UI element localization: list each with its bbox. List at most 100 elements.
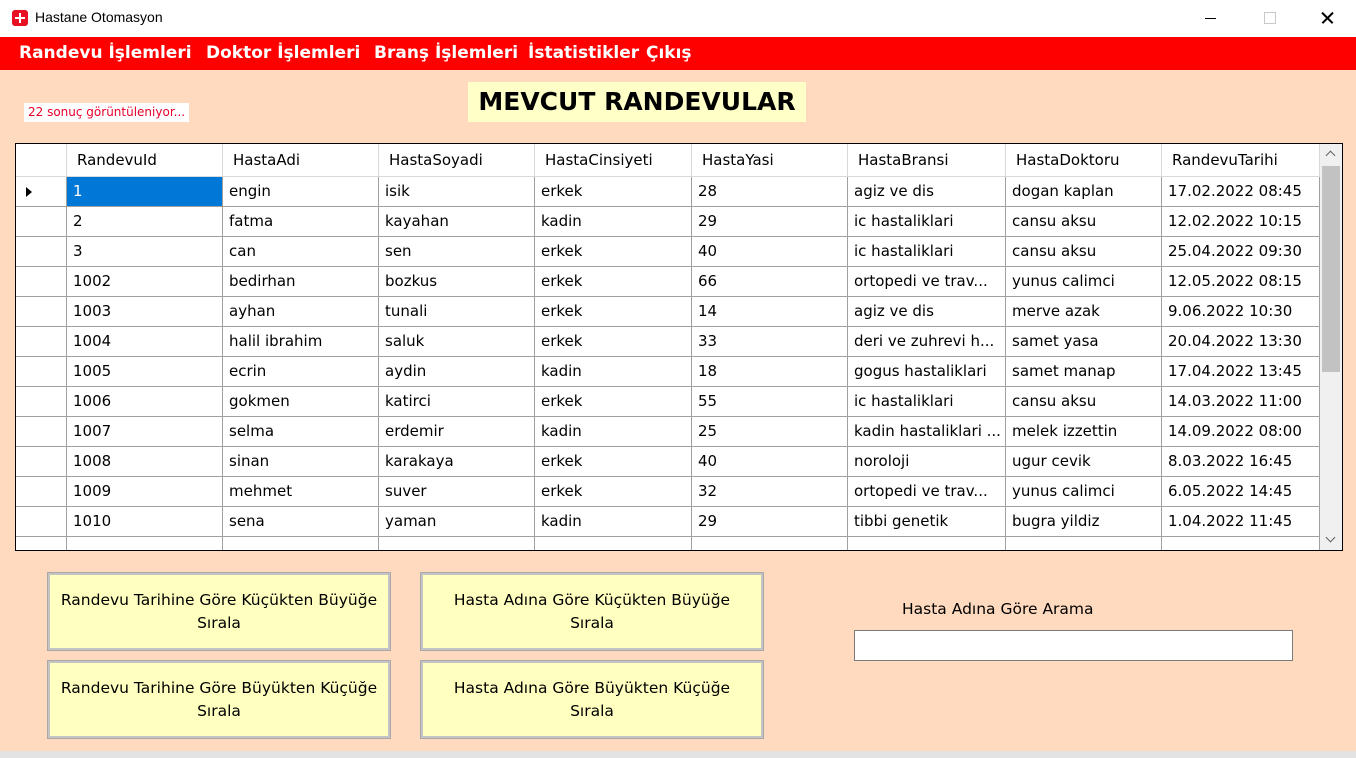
table-cell[interactable]: samet manap <box>1006 357 1162 387</box>
table-row[interactable]: 1006 gokmen katirci erkek 55 ic hastaliklari c… <box>16 387 1320 417</box>
row-header[interactable] <box>16 477 67 507</box>
row-header[interactable] <box>16 297 67 327</box>
table-cell[interactable]: sen <box>379 237 535 267</box>
menu-item-randevu-islemleri[interactable]: Randevu İşlemleri <box>19 43 192 63</box>
menu-item-cikis[interactable]: Çıkış <box>646 43 692 63</box>
table-cell[interactable]: cansu aksu <box>1006 207 1162 237</box>
column-header-hastabransi[interactable]: HastaBransi <box>848 144 1006 177</box>
table-cell[interactable]: kadin hastaliklari ... <box>848 417 1006 447</box>
table-cell[interactable]: agiz ve dis <box>848 177 1006 207</box>
table-cell[interactable]: 33 <box>692 327 848 357</box>
table-cell[interactable]: 1005 <box>67 357 223 387</box>
table-cell[interactable]: 6.05.2022 14:45 <box>1162 477 1320 507</box>
table-cell[interactable]: 1006 <box>67 387 223 417</box>
table-cell[interactable]: erdemir <box>379 417 535 447</box>
table-cell[interactable]: selma <box>223 417 379 447</box>
row-header[interactable] <box>16 357 67 387</box>
menu-item-doktor-islemleri[interactable]: Doktor İşlemleri <box>206 43 360 63</box>
table-cell[interactable] <box>1006 537 1162 550</box>
table-cell[interactable]: bedirhan <box>223 267 379 297</box>
sort-name-desc-button[interactable]: Hasta Adına Göre Büyükten Küçüğe Sırala <box>420 660 764 739</box>
table-row[interactable]: 1003 ayhan tunali erkek 14 agiz ve dis merve a… <box>16 297 1320 327</box>
table-cell[interactable]: bozkus <box>379 267 535 297</box>
table-cell[interactable]: erkek <box>535 177 692 207</box>
table-cell[interactable]: kadin <box>535 357 692 387</box>
table-cell[interactable]: mehmet <box>223 477 379 507</box>
table-cell[interactable]: erkek <box>535 447 692 477</box>
table-cell[interactable]: isik <box>379 177 535 207</box>
table-cell[interactable]: sena <box>223 507 379 537</box>
table-cell[interactable]: dogan kaplan <box>1006 177 1162 207</box>
table-cell[interactable]: kadin <box>535 507 692 537</box>
table-cell[interactable]: 1004 <box>67 327 223 357</box>
table-cell[interactable]: 14 <box>692 297 848 327</box>
row-header[interactable] <box>16 207 67 237</box>
table-cell[interactable]: 9.06.2022 10:30 <box>1162 297 1320 327</box>
table-cell[interactable]: 29 <box>692 507 848 537</box>
table-cell[interactable]: kayahan <box>379 207 535 237</box>
table-row[interactable]: 1009 mehmet suver erkek 32 ortopedi ve trav..… <box>16 477 1320 507</box>
column-header-hastadoktoru[interactable]: HastaDoktoru <box>1006 144 1162 177</box>
scroll-thumb[interactable] <box>1322 166 1340 372</box>
table-cell[interactable]: 17.02.2022 08:45 <box>1162 177 1320 207</box>
sort-date-desc-button[interactable]: Randevu Tarihine Göre Büyükten Küçüğe Sı… <box>47 660 391 739</box>
row-header[interactable] <box>16 537 67 550</box>
table-cell[interactable]: 18 <box>692 357 848 387</box>
table-cell[interactable]: 40 <box>692 237 848 267</box>
row-header[interactable] <box>16 447 67 477</box>
row-header[interactable] <box>16 177 67 207</box>
table-cell[interactable] <box>223 537 379 550</box>
table-cell[interactable]: katirci <box>379 387 535 417</box>
scroll-up-icon[interactable] <box>1320 144 1342 164</box>
table-cell[interactable]: cansu aksu <box>1006 237 1162 267</box>
table-cell[interactable] <box>535 537 692 550</box>
table-cell[interactable]: 32 <box>692 477 848 507</box>
table-cell[interactable]: yunus calimci <box>1006 477 1162 507</box>
table-cell[interactable]: 14.03.2022 11:00 <box>1162 387 1320 417</box>
sort-date-asc-button[interactable]: Randevu Tarihine Göre Küçükten Büyüğe Sı… <box>47 572 391 651</box>
column-header-hastasoyadi[interactable]: HastaSoyadi <box>379 144 535 177</box>
column-header-randevuid[interactable]: RandevuId <box>67 144 223 177</box>
table-row[interactable]: 3 can sen erkek 40 ic hastaliklari cansu aksu 2… <box>16 237 1320 267</box>
row-header[interactable] <box>16 237 67 267</box>
table-cell[interactable]: merve azak <box>1006 297 1162 327</box>
table-cell[interactable]: karakaya <box>379 447 535 477</box>
table-cell[interactable]: 40 <box>692 447 848 477</box>
table-row[interactable]: 1004 halil ibrahim saluk erkek 33 deri ve zuh… <box>16 327 1320 357</box>
table-row[interactable]: 1010 sena yaman kadin 29 tibbi genetik bugra y… <box>16 507 1320 537</box>
table-row[interactable]: 1007 selma erdemir kadin 25 kadin hastaliklar… <box>16 417 1320 447</box>
vertical-scrollbar[interactable] <box>1320 144 1342 550</box>
table-cell[interactable]: 1008 <box>67 447 223 477</box>
table-cell[interactable]: 1.04.2022 11:45 <box>1162 507 1320 537</box>
table-cell[interactable]: 1010 <box>67 507 223 537</box>
table-cell[interactable]: erkek <box>535 297 692 327</box>
table-cell[interactable]: cansu aksu <box>1006 387 1162 417</box>
table-cell[interactable] <box>1162 537 1320 550</box>
table-cell[interactable]: melek izzettin <box>1006 417 1162 447</box>
row-header[interactable] <box>16 387 67 417</box>
table-cell[interactable]: erkek <box>535 327 692 357</box>
table-cell[interactable] <box>848 537 1006 550</box>
table-cell[interactable]: 20.04.2022 13:30 <box>1162 327 1320 357</box>
search-input[interactable] <box>854 630 1293 661</box>
table-cell[interactable]: halil ibrahim <box>223 327 379 357</box>
table-cell[interactable]: ortopedi ve trav... <box>848 267 1006 297</box>
table-cell[interactable]: ic hastaliklari <box>848 207 1006 237</box>
row-header[interactable] <box>16 267 67 297</box>
table-cell[interactable]: suver <box>379 477 535 507</box>
table-cell[interactable] <box>67 537 223 550</box>
table-row[interactable]: 1005 ecrin aydin kadin 18 gogus hastaliklari s… <box>16 357 1320 387</box>
table-cell[interactable]: sinan <box>223 447 379 477</box>
table-cell[interactable]: tibbi genetik <box>848 507 1006 537</box>
column-header-hastayasi[interactable]: HastaYasi <box>692 144 848 177</box>
table-cell[interactable]: gokmen <box>223 387 379 417</box>
table-cell[interactable]: 1003 <box>67 297 223 327</box>
column-header-randevutarihi[interactable]: RandevuTarihi <box>1162 144 1320 177</box>
row-header[interactable] <box>16 327 67 357</box>
table-cell[interactable]: gogus hastaliklari <box>848 357 1006 387</box>
menu-item-istatistikler[interactable]: İstatistikler <box>528 43 639 63</box>
table-cell[interactable]: ic hastaliklari <box>848 387 1006 417</box>
table-cell[interactable]: ortopedi ve trav... <box>848 477 1006 507</box>
close-button[interactable] <box>1298 0 1356 37</box>
table-cell[interactable]: tunali <box>379 297 535 327</box>
